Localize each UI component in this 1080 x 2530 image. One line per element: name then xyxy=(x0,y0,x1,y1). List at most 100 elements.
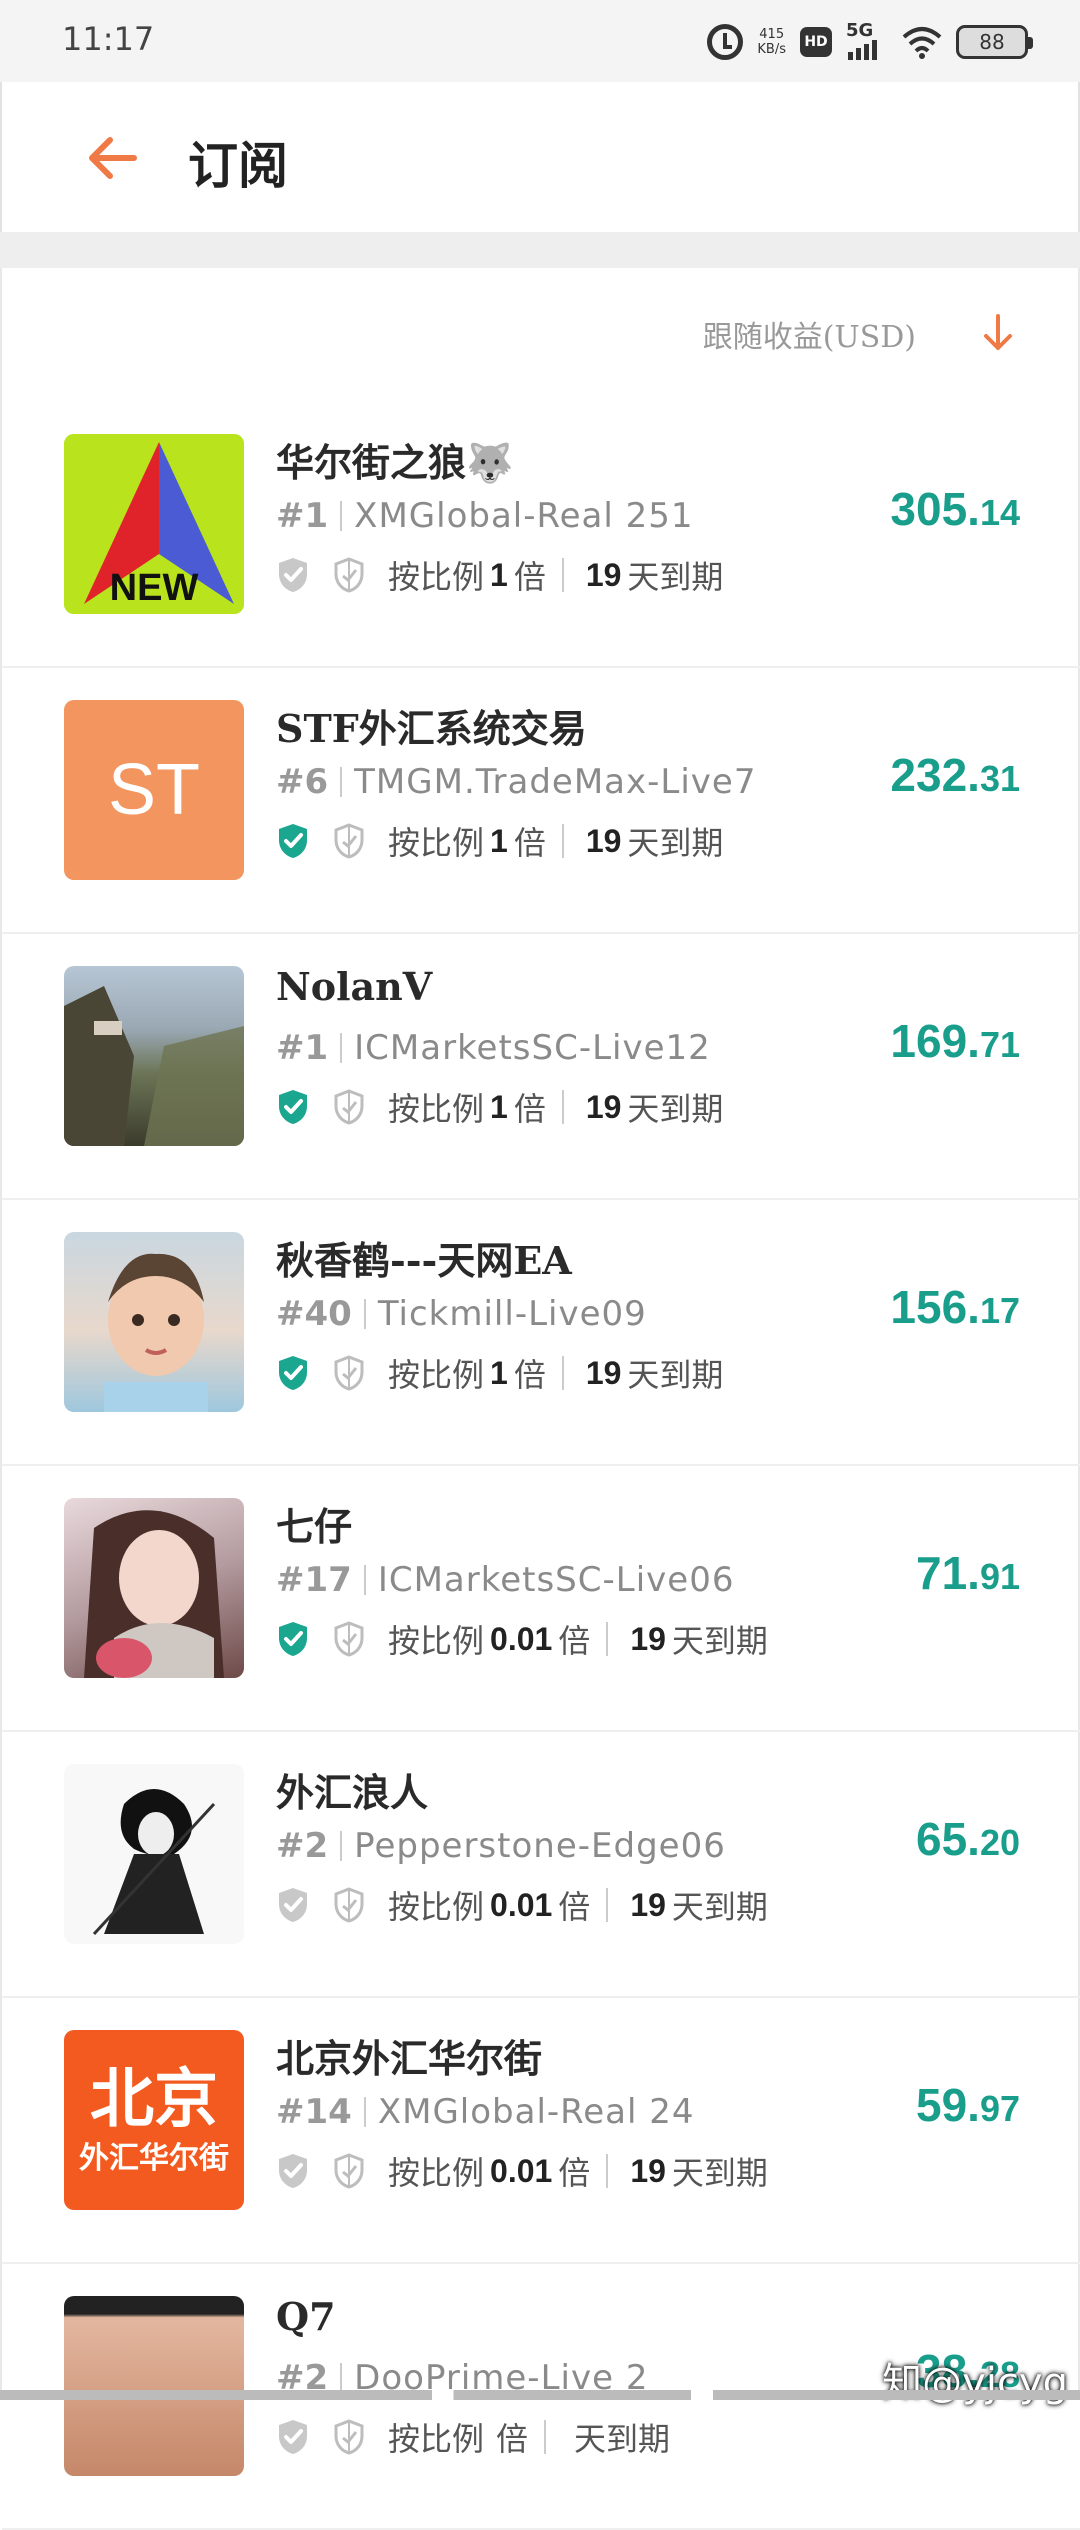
days-value: 19 xyxy=(630,2152,666,2189)
rank: #14 xyxy=(276,2092,352,2132)
ratio-suffix: 倍 xyxy=(558,1888,591,1926)
avatar: NEW xyxy=(64,434,244,614)
trader-name: 外汇浪人 xyxy=(276,1770,429,1815)
subscription-info: 按比例 1 倍 19 天到期 xyxy=(276,818,723,864)
divider xyxy=(606,1888,609,1922)
profit-integer: 59. xyxy=(916,2079,980,2131)
verified-shield-icon xyxy=(276,1088,310,1126)
rank: #17 xyxy=(276,1560,352,1600)
days-value: 19 xyxy=(585,1354,622,1391)
list-item[interactable]: 外汇浪人 #2 Pepperstone-Edge06 按比例 0.01 倍 19… xyxy=(2,1732,1080,1998)
subscription-info: 按比例 1 倍 19 天到期 xyxy=(276,1350,723,1396)
ratio-value: 1 xyxy=(490,1088,508,1125)
trader-meta: #1 ICMarketsSC-Live12 xyxy=(276,1028,711,1068)
sort-label[interactable]: 跟随收益(USD) xyxy=(703,312,916,356)
verified-shield-icon xyxy=(276,556,310,594)
rank: #40 xyxy=(276,1294,352,1334)
avatar: ST xyxy=(64,700,244,880)
divider xyxy=(340,1033,343,1063)
follow-profit: 65.20 xyxy=(916,1812,1020,1866)
account-name: TMGM.TradeMax-Live7 xyxy=(354,762,757,802)
list-item[interactable]: 七仔 #17 ICMarketsSC-Live06 按比例 0.01 倍 19 … xyxy=(2,1466,1080,1732)
list-item[interactable]: 秋香鹤---天网EA #40 Tickmill-Live09 按比例 1 倍 1… xyxy=(2,1200,1080,1466)
ratio-value: 1 xyxy=(490,556,508,593)
trader-name: Q7 xyxy=(276,2294,336,2339)
avatar-logo-bottom: 外汇华尔街 xyxy=(79,2141,229,2176)
profit-integer: 232. xyxy=(890,749,980,801)
trader-name: 秋香鹤---天网EA xyxy=(276,1238,572,1283)
days-value: 19 xyxy=(630,1620,666,1657)
list-item[interactable]: NEW 华尔街之狼🐺 #1 XMGlobal-Real 251 按比例 1 倍 … xyxy=(2,402,1080,668)
network-speed: 415 KB/s xyxy=(757,27,786,57)
trader-name: 华尔街之狼🐺 xyxy=(276,440,514,485)
profit-integer: 305. xyxy=(890,483,980,535)
follow-profit: 232.31 xyxy=(890,748,1020,802)
ratio-prefix: 按比例 xyxy=(388,1090,485,1128)
profit-decimal: 71 xyxy=(979,1024,1020,1065)
days-suffix: 天到期 xyxy=(627,558,724,596)
ratio-value: 1 xyxy=(490,1354,508,1391)
divider xyxy=(561,1090,564,1124)
days-value: 19 xyxy=(630,1886,666,1923)
trader-meta: #14 XMGlobal-Real 24 xyxy=(276,2092,695,2132)
trader-name: STF外汇系统交易 xyxy=(276,706,587,751)
alarm-icon xyxy=(707,24,744,60)
avatar xyxy=(64,1498,244,1678)
avatar xyxy=(64,1232,244,1412)
list-item[interactable]: 北京 外汇华尔街 北京外汇华尔街 #14 XMGlobal-Real 24 按比… xyxy=(2,1998,1080,2264)
subscription-info: 按比例 0.01 倍 19 天到期 xyxy=(276,2148,768,2194)
follow-profit: 169.71 xyxy=(890,1014,1020,1068)
ratio-suffix: 倍 xyxy=(558,2154,591,2192)
ratio-prefix: 按比例 xyxy=(388,2420,485,2458)
protection-shield-icon xyxy=(332,1354,366,1392)
account-name: Pepperstone-Edge06 xyxy=(354,1826,726,1866)
profit-integer: 71. xyxy=(916,1547,980,1599)
verified-shield-icon xyxy=(276,2418,310,2456)
profit-decimal: 14 xyxy=(979,492,1020,533)
net-speed-value: 415 xyxy=(759,27,785,42)
wifi-icon xyxy=(902,27,942,59)
days-value: 19 xyxy=(585,1088,622,1125)
battery-icon: 88 xyxy=(956,25,1033,59)
protection-shield-icon xyxy=(332,556,366,594)
divider xyxy=(606,2154,609,2188)
ratio-suffix: 倍 xyxy=(513,1356,546,1394)
list-item[interactable]: NolanV #1 ICMarketsSC-Live12 按比例 1 倍 19 … xyxy=(2,934,1080,1200)
subscription-info: 按比例 0.01 倍 19 天到期 xyxy=(276,1616,768,1662)
profit-decimal: 97 xyxy=(979,2088,1020,2129)
arrow-down-icon[interactable] xyxy=(980,310,1016,354)
sort-bar[interactable]: 跟随收益(USD) xyxy=(0,268,1078,402)
days-suffix: 天到期 xyxy=(671,1622,768,1660)
ratio-value: 0.01 xyxy=(490,2152,553,2189)
profit-integer: 169. xyxy=(890,1015,980,1067)
signal-icon: 5G xyxy=(846,22,888,62)
protection-shield-icon xyxy=(332,822,366,860)
account-name: Tickmill-Live09 xyxy=(377,1294,647,1334)
account-name: XMGlobal-Real 251 xyxy=(354,496,694,536)
protection-shield-icon xyxy=(332,1620,366,1658)
rank: #6 xyxy=(276,762,329,802)
divider xyxy=(340,501,343,531)
verified-shield-icon xyxy=(276,822,310,860)
verified-shield-icon xyxy=(276,1620,310,1658)
protection-shield-icon xyxy=(332,1886,366,1924)
days-suffix: 天到期 xyxy=(574,2420,671,2458)
list-item[interactable]: ST STF外汇系统交易 #6 TMGM.TradeMax-Live7 按比例 … xyxy=(2,668,1080,934)
days-suffix: 天到期 xyxy=(671,1888,768,1926)
arrow-left-icon[interactable] xyxy=(82,128,142,188)
profit-decimal: 31 xyxy=(979,758,1020,799)
profit-decimal: 17 xyxy=(979,1290,1020,1331)
divider xyxy=(561,558,564,592)
subscription-info: 按比例 倍 天到期 xyxy=(276,2414,670,2460)
app-header: 订阅 xyxy=(0,82,1080,232)
follow-profit: 156.17 xyxy=(890,1280,1020,1334)
divider xyxy=(340,767,343,797)
protection-shield-icon xyxy=(332,2418,366,2456)
trader-name: 七仔 xyxy=(276,1504,353,1549)
subscription-info: 按比例 1 倍 19 天到期 xyxy=(276,1084,723,1130)
bottom-scroll-indicator xyxy=(0,2390,1080,2400)
ratio-suffix: 倍 xyxy=(496,2420,529,2458)
net-speed-unit: KB/s xyxy=(757,42,786,57)
divider xyxy=(363,2097,366,2127)
divider xyxy=(606,1622,609,1656)
